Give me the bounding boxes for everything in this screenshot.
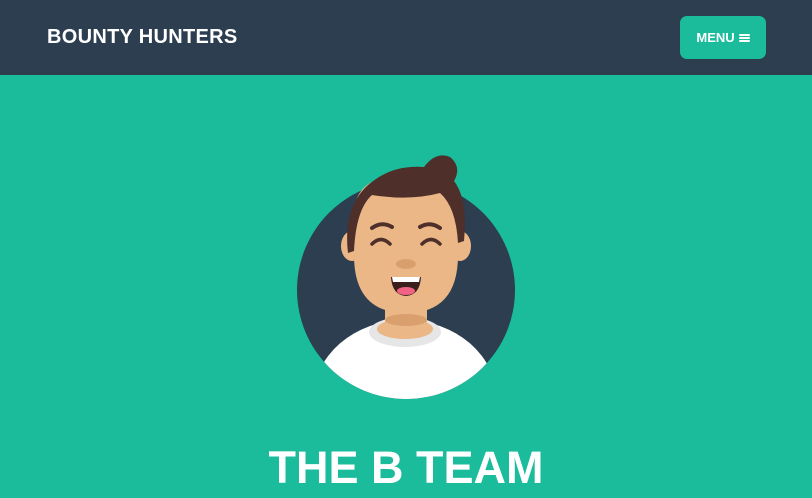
menu-button[interactable]: MENU bbox=[680, 16, 766, 59]
page-title: THE B TEAM bbox=[268, 442, 544, 493]
brand-link[interactable]: BOUNTY HUNTERS bbox=[47, 24, 238, 50]
hamburger-icon bbox=[738, 33, 750, 43]
masthead: THE B TEAM bbox=[0, 75, 812, 498]
avatar bbox=[297, 155, 515, 399]
top-navbar: BOUNTY HUNTERS MENU bbox=[0, 0, 812, 75]
menu-button-label: MENU bbox=[696, 30, 735, 45]
